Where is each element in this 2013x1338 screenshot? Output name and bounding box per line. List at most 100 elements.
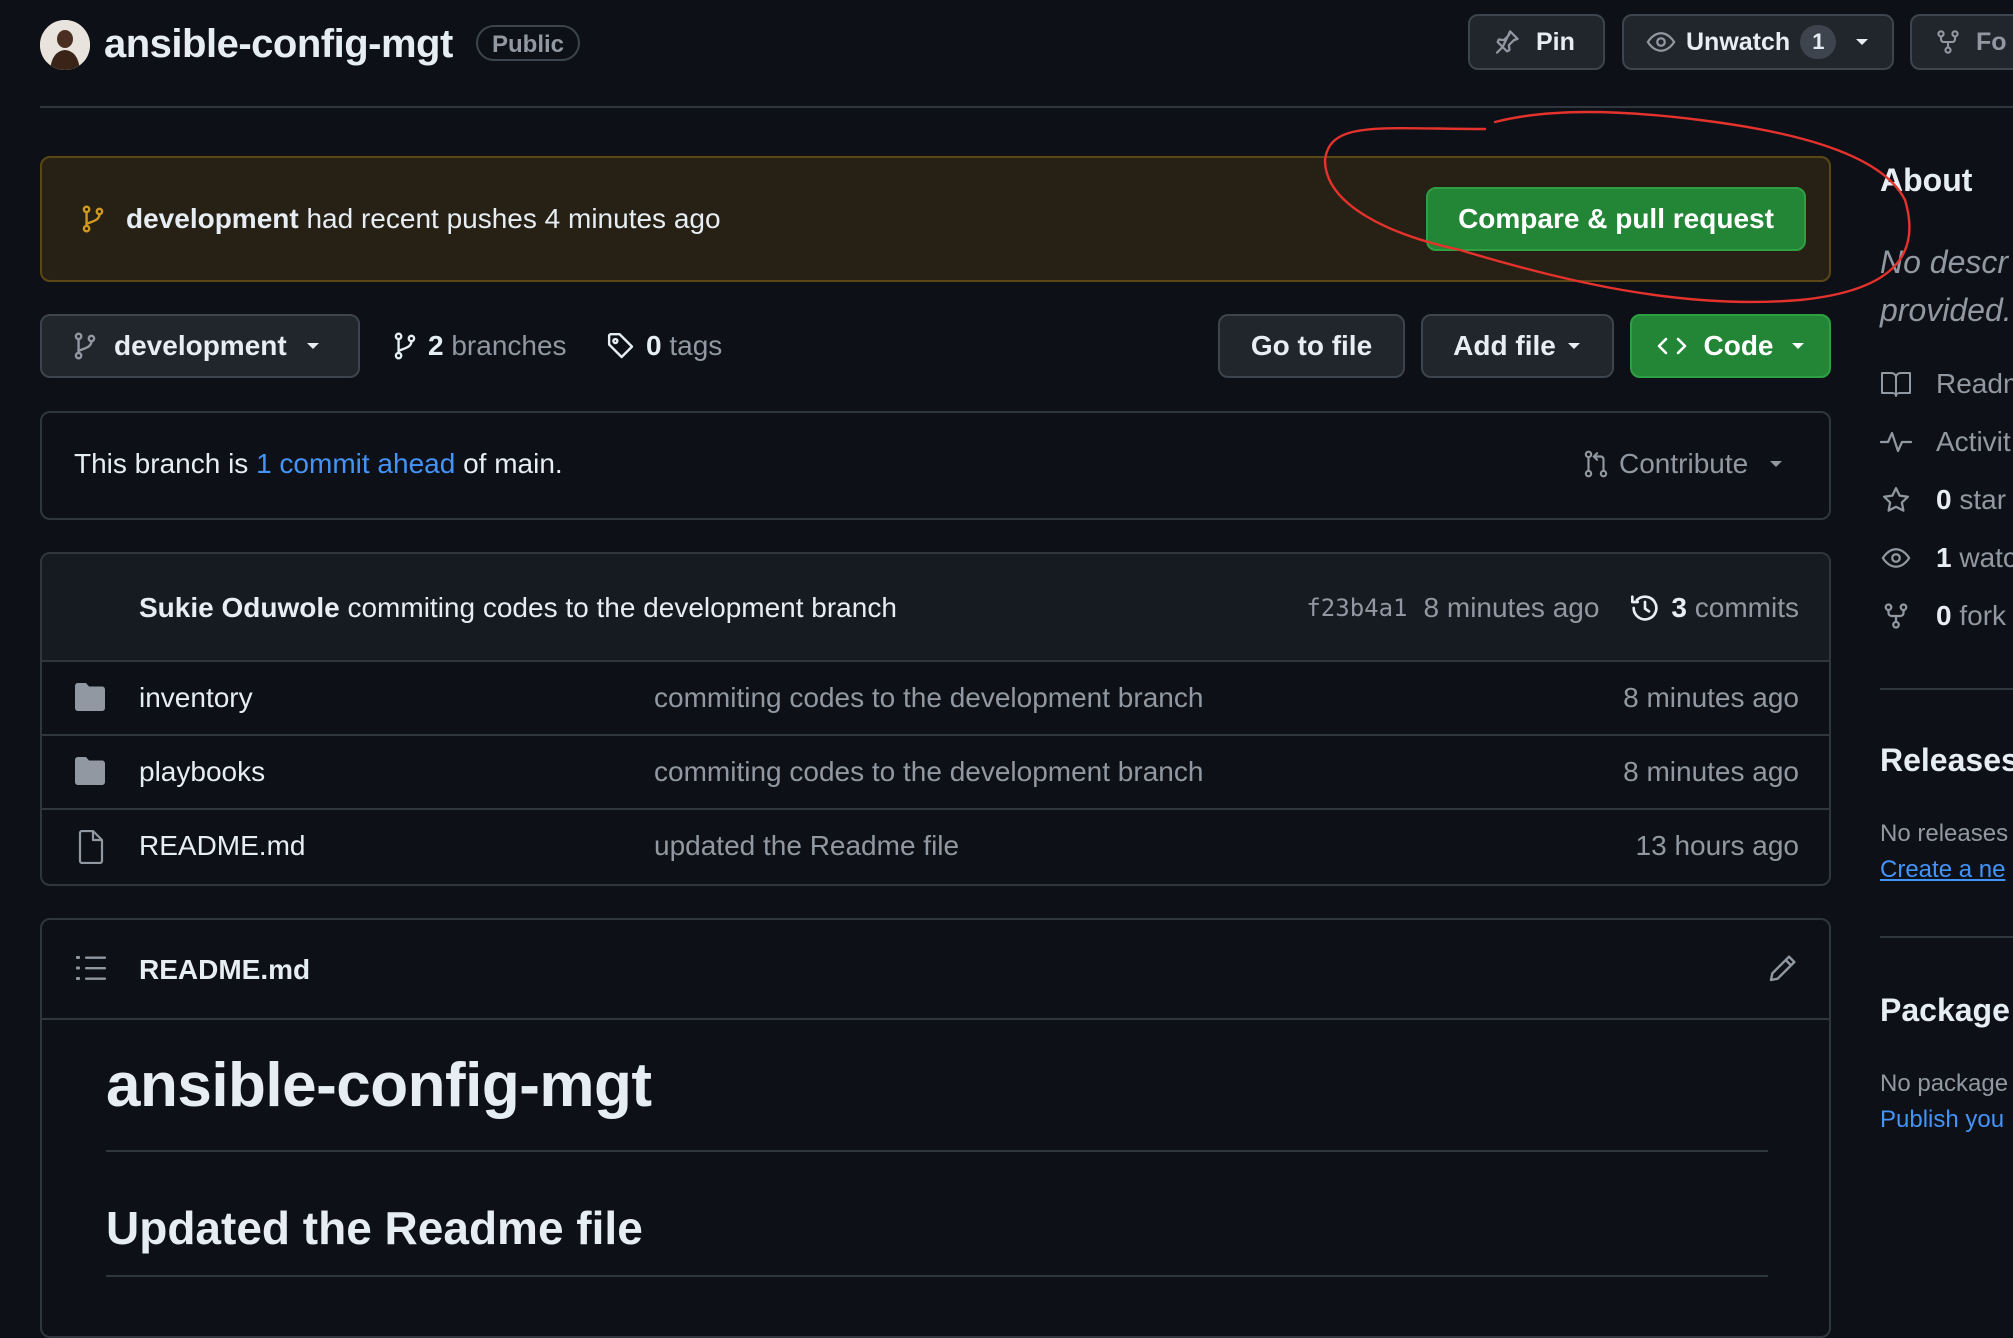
commit-sha[interactable]: f23b4a1 (1306, 588, 1407, 628)
code-label: Code (1703, 330, 1774, 361)
watch-count: 1 (1800, 25, 1837, 59)
contribute-dropdown[interactable]: Contribute (1583, 444, 1784, 484)
file-name[interactable]: README.md (139, 826, 305, 866)
sidebar-activity-link[interactable]: Activit (1880, 422, 2011, 462)
tag-icon (606, 331, 636, 361)
branch-status-text: This branch is 1 commit ahead of main. (74, 444, 563, 484)
repo-description-line-2: provided. (1880, 292, 2012, 328)
code-button[interactable]: Code (1630, 314, 1831, 378)
file-name[interactable]: playbooks (139, 752, 265, 792)
current-branch-label: development (114, 330, 287, 361)
packages-empty-text: No package (1880, 1070, 2009, 1097)
fork-icon (1880, 601, 1912, 631)
recent-push-message: development had recent pushes 4 minutes … (80, 198, 721, 240)
branch-icon (392, 331, 418, 361)
pin-icon (1492, 27, 1522, 57)
file-row[interactable]: playbooks commiting codes to the develop… (42, 736, 1829, 810)
releases-empty-text: No releases (1880, 820, 2009, 847)
sidebar-readme-link[interactable]: Readm (1880, 364, 2013, 404)
folder-icon (74, 682, 106, 712)
unwatch-label: Unwatch (1686, 27, 1791, 56)
contribute-label: Contribute (1619, 448, 1749, 479)
pull-request-icon (1583, 449, 1609, 479)
compare-pull-request-button[interactable]: Compare & pull request (1426, 187, 1806, 251)
sidebar-forks-link[interactable]: 0 fork (1880, 596, 2006, 636)
fork-label: Fo (1976, 27, 2007, 56)
commit-time: 8 minutes ago (1423, 592, 1600, 623)
eye-icon (1646, 27, 1676, 57)
watching-count: 1 (1936, 542, 1952, 573)
pin-button[interactable]: Pin (1468, 14, 1605, 70)
commits-label: commits (1694, 592, 1799, 623)
file-commit-time: 13 hours ago (1635, 830, 1799, 861)
chevron-down-icon (1854, 37, 1870, 47)
file-commit-message[interactable]: commiting codes to the development branc… (654, 752, 1203, 792)
chevron-down-icon (1566, 341, 1582, 351)
branch-selector[interactable]: development (40, 314, 360, 378)
branches-link[interactable]: 2 branches (392, 330, 567, 362)
chevron-down-icon (1790, 341, 1806, 351)
branches-count: 2 (428, 330, 444, 361)
branch-status-suffix: of main. (455, 448, 563, 479)
header-divider (40, 106, 2013, 108)
folder-icon (74, 756, 106, 786)
branches-label: branches (451, 330, 567, 361)
file-row[interactable]: README.md updated the Readme file 13 hou… (42, 810, 1829, 884)
readme-filename: README.md (139, 954, 311, 985)
repo-description-line-1: No descr (1880, 244, 2009, 280)
pulse-icon (1880, 428, 1912, 456)
list-icon[interactable] (76, 954, 106, 982)
releases-title[interactable]: Releases (1880, 738, 2013, 782)
owner-avatar[interactable] (40, 20, 90, 70)
commit-message[interactable]: commiting codes to the development branc… (340, 592, 896, 623)
create-release-link[interactable]: Create a ne (1880, 852, 2005, 888)
code-icon (1656, 334, 1688, 358)
latest-commit-header: Sukie Oduwole commiting codes to the dev… (42, 554, 1829, 662)
commits-history-link[interactable]: 3 commits (1629, 588, 1799, 628)
packages-title[interactable]: Package (1880, 988, 2010, 1032)
commits-count: 3 (1671, 592, 1687, 623)
readme-heading-2: Updated the Readme file (106, 1202, 643, 1254)
heading-divider (106, 1275, 1768, 1277)
sidebar-activity-label: Activit (1936, 426, 2011, 457)
commits-ahead-link[interactable]: 1 commit ahead (256, 448, 455, 479)
pencil-icon[interactable] (1767, 952, 1799, 984)
star-icon (1880, 485, 1912, 515)
tags-count: 0 (646, 330, 662, 361)
sidebar-stars-link[interactable]: 0 star (1880, 480, 2006, 520)
pin-label: Pin (1536, 27, 1575, 56)
branch-icon (72, 331, 98, 361)
file-commit-message[interactable]: commiting codes to the development branc… (654, 678, 1203, 718)
fork-icon (1934, 28, 1962, 56)
book-icon (1880, 370, 1912, 398)
recent-push-text: had recent pushes 4 minutes ago (298, 203, 721, 234)
recent-push-branch[interactable]: development (126, 203, 299, 234)
add-file-button[interactable]: Add file (1421, 314, 1614, 378)
sidebar-divider (1880, 688, 2013, 690)
commit-author[interactable]: Sukie Oduwole (139, 592, 340, 623)
readme-heading-1: ansible-config-mgt (106, 1051, 652, 1120)
file-icon (78, 830, 104, 864)
file-commit-time: 8 minutes ago (1623, 682, 1799, 713)
chevron-down-icon (1768, 459, 1784, 469)
fork-button[interactable]: Fo (1910, 14, 2013, 70)
readme-panel: README.md ansible-config-mgt Updated the… (40, 918, 1831, 1338)
publish-package-link[interactable]: Publish you (1880, 1102, 2004, 1138)
sidebar-watchers-link[interactable]: 1 watc (1880, 538, 2013, 578)
forks-label: fork (1959, 600, 2007, 631)
sidebar-readme-label: Readm (1936, 368, 2013, 399)
file-commit-time: 8 minutes ago (1623, 756, 1799, 787)
go-to-file-button[interactable]: Go to file (1218, 314, 1405, 378)
file-commit-message[interactable]: updated the Readme file (654, 826, 959, 866)
stars-count: 0 (1936, 484, 1952, 515)
file-row[interactable]: inventory commiting codes to the develop… (42, 662, 1829, 736)
forks-count: 0 (1936, 600, 1952, 631)
tags-label: tags (669, 330, 723, 361)
repo-name[interactable]: ansible-config-mgt (104, 18, 453, 70)
file-name[interactable]: inventory (139, 678, 253, 718)
unwatch-button[interactable]: Unwatch 1 (1622, 14, 1894, 70)
tags-link[interactable]: 0 tags (606, 330, 722, 362)
sidebar-divider (1880, 936, 2013, 938)
history-icon (1629, 592, 1661, 624)
branch-icon (80, 204, 106, 234)
